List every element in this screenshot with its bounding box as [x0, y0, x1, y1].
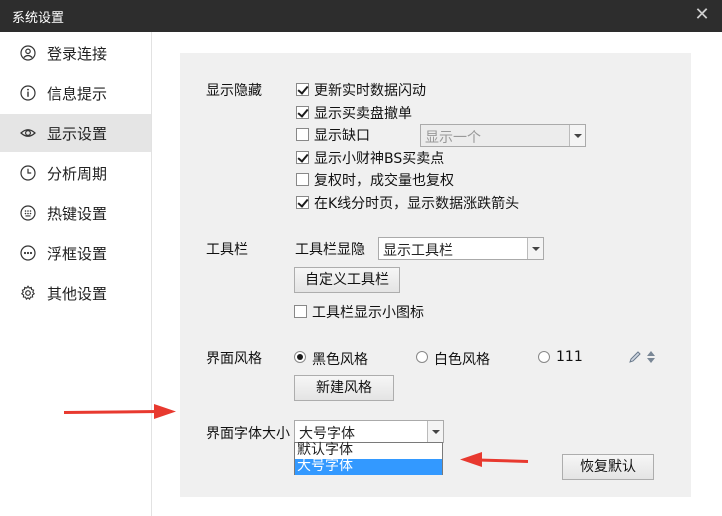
toolbar-visibility-value: 显示工具栏: [383, 243, 453, 259]
sidebar-item-hotkeys[interactable]: 热键设置: [0, 194, 151, 232]
checkbox-change-arrows[interactable]: [296, 196, 309, 209]
checkbox-label: 复权时，成交量也复权: [314, 173, 454, 189]
dots-icon: [20, 245, 36, 261]
sidebar-item-info[interactable]: 信息提示: [0, 74, 151, 112]
checkbox-label: 显示缺口: [314, 128, 370, 144]
checkbox-label: 在K线分时页，显示数据涨跌箭头: [314, 196, 520, 212]
sidebar-item-label: 登录连接: [47, 45, 108, 63]
chevron-down-icon: [569, 125, 585, 146]
checkbox-label: 显示买卖盘撤单: [314, 106, 412, 122]
dropdown-option-default[interactable]: 默认字体: [295, 443, 442, 459]
close-icon[interactable]: ✕: [692, 4, 712, 25]
sidebar-item-label: 信息提示: [47, 85, 108, 103]
annotation-arrow-left: [460, 452, 529, 467]
display-section-label: 显示隐藏: [206, 83, 262, 99]
checkbox-realtime-flash[interactable]: [296, 83, 309, 96]
restore-defaults-button[interactable]: 恢复默认: [562, 454, 654, 480]
font-size-select[interactable]: 大号字体: [294, 420, 444, 443]
checkbox-volume-adjust[interactable]: [296, 173, 309, 186]
radio-black-style[interactable]: [294, 351, 306, 363]
radio-label: 黑色风格: [312, 352, 368, 368]
user-icon: [20, 45, 36, 61]
gap-count-select[interactable]: 显示一个: [420, 124, 586, 147]
gear-icon: [20, 285, 36, 300]
checkbox-label: 显示小财神BS买卖点: [314, 151, 445, 167]
clock-icon: [20, 165, 36, 181]
sidebar-item-other[interactable]: 其他设置: [0, 274, 151, 312]
radio-label: 111: [556, 349, 583, 365]
sidebar-item-label: 显示设置: [47, 125, 108, 143]
sidebar-item-label: 热键设置: [47, 205, 108, 223]
new-style-button[interactable]: 新建风格: [294, 375, 394, 401]
checkbox-bs-points[interactable]: [296, 151, 309, 164]
toolbar-visibility-label: 工具栏显隐: [295, 242, 365, 258]
sidebar-item-floating[interactable]: 浮框设置: [0, 234, 151, 272]
radio-white-style[interactable]: [416, 351, 428, 363]
sidebar: 登录连接 信息提示 显示设置 分析周期 热键设置 浮框设置 其他设置: [0, 32, 152, 516]
font-size-label: 界面字体大小: [206, 426, 290, 442]
info-icon: [20, 85, 36, 101]
edit-icon[interactable]: [628, 350, 642, 364]
chevron-down-icon: [427, 421, 443, 442]
toolbar-section-label: 工具栏: [206, 242, 248, 258]
radio-custom-style[interactable]: [538, 351, 550, 363]
annotation-arrow-right: [63, 404, 176, 419]
style-section-label: 界面风格: [206, 351, 262, 367]
checkbox-label: 更新实时数据闪动: [314, 83, 426, 99]
checkbox-show-gap[interactable]: [296, 128, 309, 141]
eye-icon: [20, 129, 36, 137]
font-size-dropdown-list: 默认字体 大号字体: [294, 442, 443, 475]
toolbar-visibility-select[interactable]: 显示工具栏: [378, 237, 544, 260]
sidebar-item-label: 浮框设置: [47, 245, 108, 263]
sidebar-item-label: 其他设置: [47, 285, 108, 303]
sidebar-item-label: 分析周期: [47, 165, 108, 183]
checkbox-label: 工具栏显示小图标: [312, 305, 424, 321]
title-bar: 系统设置 ✕: [0, 0, 722, 32]
dropdown-option-large[interactable]: 大号字体: [295, 459, 442, 475]
sidebar-item-display[interactable]: 显示设置: [0, 114, 151, 152]
sidebar-item-period[interactable]: 分析周期: [0, 154, 151, 192]
gap-count-value: 显示一个: [425, 130, 481, 146]
chevron-down-icon: [527, 238, 543, 259]
window-title: 系统设置: [12, 11, 65, 26]
sidebar-item-login[interactable]: 登录连接: [0, 34, 151, 72]
radio-label: 白色风格: [434, 352, 490, 368]
checkbox-toolbar-small-icons[interactable]: [294, 305, 307, 318]
customize-toolbar-button[interactable]: 自定义工具栏: [294, 267, 400, 293]
checkbox-cancel-orders[interactable]: [296, 106, 309, 119]
keypad-icon: [20, 205, 36, 221]
font-size-value: 大号字体: [299, 426, 355, 442]
sort-updown-icon[interactable]: [646, 350, 656, 364]
